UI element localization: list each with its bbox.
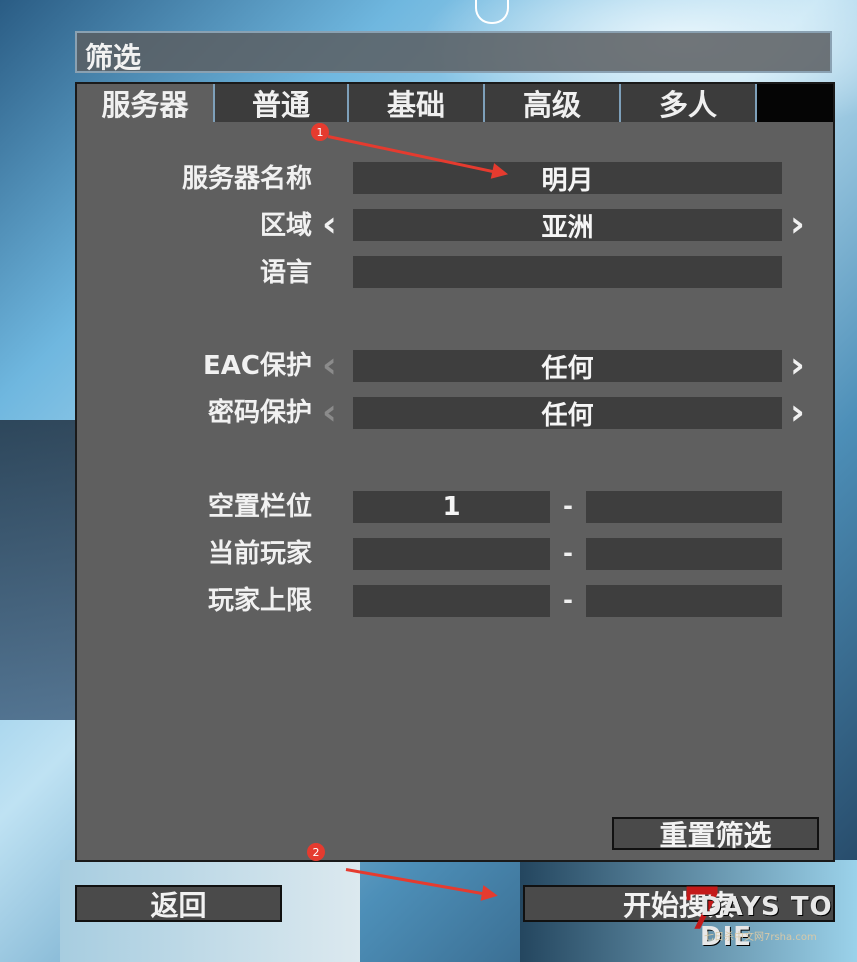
- annotation-badge-2: 2: [307, 843, 325, 861]
- filter-title-bar: 筛选: [75, 31, 832, 74]
- server-name-label: 服务器名称: [181, 164, 312, 194]
- region-next-arrow-icon[interactable]: ›: [790, 207, 805, 243]
- tab-basic[interactable]: 基础: [349, 84, 485, 122]
- language-label: 语言: [259, 258, 312, 288]
- password-selector[interactable]: 任何: [353, 397, 782, 431]
- window-title: 筛选: [85, 41, 142, 74]
- tab-bar-filler: [757, 84, 833, 122]
- password-next-arrow-icon[interactable]: ›: [790, 395, 805, 431]
- eac-label: EAC保护: [203, 351, 312, 381]
- filter-panel: 服务器 普通 基础 高级 多人: [75, 82, 835, 862]
- max-players-label: 玩家上限: [207, 586, 312, 616]
- password-label: 密码保护: [207, 398, 312, 428]
- free-slots-label: 空置栏位: [207, 492, 312, 522]
- background-bulb-icon: [475, 0, 509, 24]
- eac-selector[interactable]: 任何: [353, 350, 782, 384]
- game-logo: 7 DAYS TO DIE 七日杀中文网7rsha.com: [682, 880, 852, 952]
- eac-prev-arrow-icon[interactable]: ‹: [322, 348, 337, 384]
- back-button[interactable]: 返回: [75, 885, 282, 922]
- max-players-min-input[interactable]: [353, 585, 550, 617]
- tab-server[interactable]: 服务器: [77, 84, 215, 122]
- reset-filter-button[interactable]: 重置筛选: [612, 817, 819, 852]
- current-players-label: 当前玩家: [207, 539, 312, 569]
- tab-bar: 服务器 普通 基础 高级 多人: [77, 84, 833, 122]
- eac-next-arrow-icon[interactable]: ›: [790, 348, 805, 384]
- password-prev-arrow-icon[interactable]: ‹: [322, 395, 337, 431]
- region-prev-arrow-icon[interactable]: ‹: [322, 207, 337, 243]
- tab-general[interactable]: 普通: [215, 84, 349, 122]
- max-players-max-input[interactable]: [586, 585, 782, 617]
- logo-subtitle: 七日杀中文网7rsha.com: [704, 932, 817, 943]
- free-slots-min-input[interactable]: 1: [353, 491, 550, 523]
- tab-advanced[interactable]: 高级: [485, 84, 621, 122]
- region-selector[interactable]: 亚洲: [353, 209, 782, 243]
- language-input[interactable]: [353, 256, 782, 288]
- free-slots-separator: -: [563, 492, 573, 520]
- current-players-min-input[interactable]: [353, 538, 550, 570]
- annotation-badge-1: 1: [311, 123, 329, 141]
- tab-multiplayer[interactable]: 多人: [621, 84, 757, 122]
- annotation-arrow-2: [345, 868, 494, 898]
- max-players-separator: -: [563, 586, 573, 614]
- current-players-separator: -: [563, 539, 573, 567]
- region-label: 区域: [259, 211, 312, 241]
- current-players-max-input[interactable]: [586, 538, 782, 570]
- free-slots-max-input[interactable]: [586, 491, 782, 523]
- logo-text: DAYS TO DIE: [700, 892, 833, 952]
- server-name-input[interactable]: 明月: [353, 162, 782, 196]
